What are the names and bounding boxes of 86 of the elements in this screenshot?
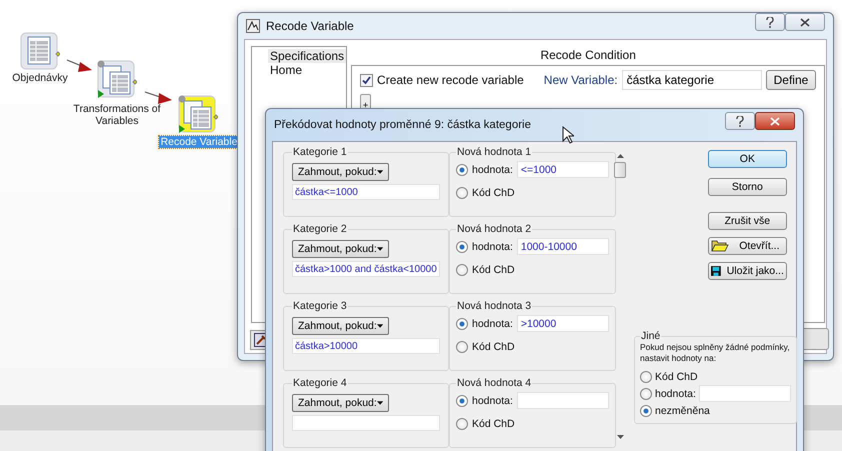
radio-button[interactable] [640,370,652,382]
connector-arrow [66,60,92,72]
close-icon [800,18,810,26]
radio-label: hodnota: [472,394,513,406]
close-button[interactable] [755,112,795,130]
help-button[interactable] [755,13,785,31]
group-title: Nová hodnota 2 [456,223,532,235]
radio-label: hodnota: [655,388,696,400]
node-label: Transformations of Variables [72,103,162,127]
close-icon [770,116,780,126]
checkbox-label: Create new recode variable [377,73,524,87]
group-title: Kategorie 2 [292,223,348,235]
radio-button[interactable] [640,388,652,400]
group-title: Jiné [640,330,662,342]
caret-icon [376,170,383,174]
condition-field[interactable]: částka>10000 [292,338,440,354]
field-label: New Variable: [544,73,618,87]
radio-label: Kód ChD [655,370,698,382]
value-field[interactable] [516,392,609,409]
scroll-up-icon[interactable] [616,154,624,158]
window-title: Překódovat hodnoty proměnné 9: částka kategorie [274,119,531,131]
scroll-down-icon[interactable] [616,435,624,439]
scrollbar[interactable] [614,152,626,441]
radio-label: Kód ChD [472,186,515,198]
node-label: Objednávky [11,72,69,84]
window-title: Recode Variable [266,19,354,33]
input-field[interactable]: částka kategorie [622,70,762,90]
value-field[interactable]: 1000-10000 [516,238,609,255]
group-title: Kategorie 1 [292,146,348,158]
group-title: Nová hodnota 1 [456,146,532,158]
condition-field[interactable]: částka<=1000 [292,184,440,200]
dropdown[interactable]: Zahmout, pokud: [292,240,389,258]
dropdown[interactable]: Zahmout, pokud: [292,163,389,181]
radio-button[interactable] [456,164,468,176]
sidebar-item[interactable]: Home [268,63,304,77]
condition-field[interactable]: částka>1000 and částka<10000 [292,261,440,277]
cursor-icon [562,126,574,144]
radio-button[interactable] [456,340,468,352]
table-node-icon[interactable] [20,32,60,72]
group-title: Kategorie 4 [292,377,348,389]
caret-icon [376,247,383,251]
define-button[interactable]: Define [766,70,816,90]
radio-label: hodnota: [472,240,513,252]
folder-icon [710,240,729,252]
radio-button[interactable] [456,186,468,198]
radio-button[interactable] [456,318,468,330]
value-field[interactable]: >10000 [516,315,609,332]
radio-button[interactable] [456,394,468,406]
dialog-button[interactable]: Storno [708,178,787,196]
help-icon [736,116,744,126]
table-node-icon[interactable] [178,95,218,135]
note-text: Pokud nejsou splněny žádné podmínky, nastavit hodnoty na: [640,342,791,364]
radio-label: Kód ChD [472,418,515,430]
group-title: Nová hodnota 3 [456,300,532,312]
dialog-button[interactable]: OK [708,150,787,168]
save-button[interactable]: Uložit jako... [708,262,787,280]
section-title: Recode Condition [540,47,636,64]
caret-icon [376,324,383,328]
group-title: Kategorie 3 [292,300,348,312]
dropdown[interactable]: Zahmout, pokud: [292,394,389,412]
radio-button[interactable] [640,404,652,416]
sidebar-item[interactable]: Specifications [268,49,346,63]
help-button[interactable] [725,112,755,130]
checkbox[interactable] [360,74,374,86]
radio-button[interactable] [456,240,468,252]
radio-label: nezměněna [655,404,710,416]
value-field[interactable] [698,385,791,402]
radio-button[interactable] [456,418,468,430]
table-node-icon[interactable] [97,60,137,100]
radio-label: Kód ChD [472,340,515,352]
condition-field[interactable] [292,415,440,431]
dialog-button[interactable]: Zrušit vše [708,212,787,230]
chart-icon [246,19,260,33]
connector-arrow [144,92,172,104]
group-title: Nová hodnota 4 [456,377,532,389]
dropdown[interactable]: Zahmout, pokud: [292,317,389,335]
scroll-thumb[interactable] [614,162,626,178]
close-button[interactable] [785,13,825,31]
node-label: Recode Variable [159,136,239,148]
radio-button[interactable] [456,264,468,276]
radio-label: hodnota: [472,164,513,176]
value-field[interactable]: <=1000 [516,161,609,178]
help-icon [766,16,774,28]
radio-label: hodnota: [472,318,513,330]
open-button[interactable]: Otevřít... [708,237,787,255]
radio-label: Kód ChD [472,264,515,276]
